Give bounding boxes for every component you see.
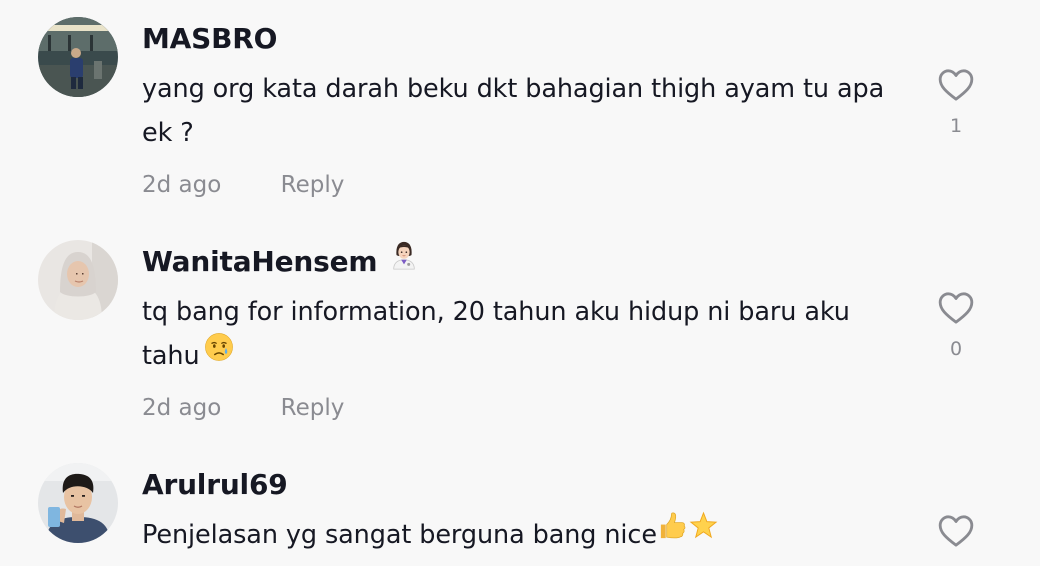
comment-text-content: Penjelasan yg sangat berguna bang nice bbox=[142, 520, 657, 550]
username-text: WanitaHensem bbox=[142, 245, 378, 278]
comment-text-content: yang org kata darah beku dkt bahagian th… bbox=[142, 74, 885, 148]
comment-time: 2d ago bbox=[142, 172, 222, 198]
avatar[interactable] bbox=[38, 17, 118, 97]
reply-button[interactable]: Reply bbox=[281, 172, 345, 198]
comment-text: yang org kata darah beku dkt bahagian th… bbox=[142, 67, 912, 155]
like-count: 0 bbox=[949, 338, 963, 360]
woman-health-worker-emoji bbox=[389, 240, 419, 281]
heart-outline-icon[interactable] bbox=[936, 288, 976, 328]
comment-text-content: tq bang for information, 20 tahun aku hi… bbox=[142, 297, 850, 371]
comment-text: Penjelasan yg sangat berguna bang nice bbox=[142, 511, 912, 557]
username-text: MASBRO bbox=[142, 22, 278, 55]
username-text: Arulrul69 bbox=[142, 468, 288, 501]
like-button[interactable]: 0 bbox=[934, 288, 978, 360]
comment-username[interactable]: Arulrul69 bbox=[142, 465, 288, 505]
avatar-image bbox=[38, 463, 118, 543]
thumbs-up-and-star-emoji bbox=[657, 511, 719, 556]
avatar-image bbox=[38, 240, 118, 320]
heart-outline-icon[interactable] bbox=[936, 511, 976, 551]
comment-list: MASBRO yang org kata darah beku dkt baha… bbox=[0, 0, 1040, 566]
comment-username[interactable]: MASBRO bbox=[142, 19, 277, 59]
like-button[interactable] bbox=[934, 511, 978, 551]
like-button[interactable]: 1 bbox=[934, 65, 978, 137]
like-count: 1 bbox=[949, 115, 963, 137]
reply-button[interactable]: Reply bbox=[281, 395, 345, 421]
comment-username[interactable]: WanitaHensem bbox=[142, 240, 419, 282]
comment-time: 2d ago bbox=[142, 395, 222, 421]
heart-outline-icon[interactable] bbox=[936, 65, 976, 105]
comment-text: tq bang for information, 20 tahun aku hi… bbox=[142, 290, 912, 378]
comment-meta: 2d ago Reply bbox=[142, 392, 344, 424]
crying-face-emoji bbox=[204, 332, 234, 376]
avatar[interactable] bbox=[38, 463, 118, 543]
avatar-image bbox=[38, 17, 118, 97]
avatar[interactable] bbox=[38, 240, 118, 320]
comment-meta: 2d ago Reply bbox=[142, 169, 344, 201]
